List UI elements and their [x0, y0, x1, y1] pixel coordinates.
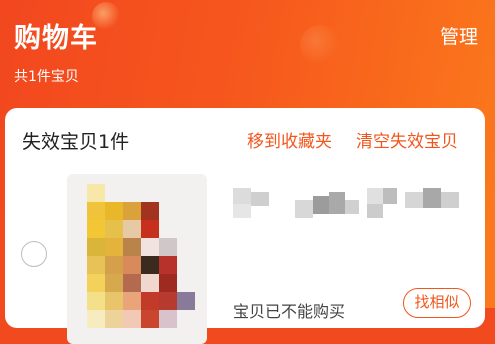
thumbnail-pixel: [141, 274, 159, 292]
thumbnail-pixel: [87, 184, 105, 202]
thumbnail-pixel: [87, 256, 105, 274]
clear-invalid-items-link[interactable]: 清空失效宝贝: [356, 127, 458, 152]
title-pixel: [441, 192, 459, 208]
thumbnail-pixel: [123, 220, 141, 238]
title-pixel: [313, 196, 329, 214]
thumbnail-pixel: [141, 256, 159, 274]
title-pixel: [233, 188, 251, 204]
page-title: 购物车: [14, 23, 98, 54]
thumbnail-pixel: [105, 202, 123, 220]
decorative-bubble: [300, 25, 340, 65]
thumbnail-pixel: [141, 202, 159, 220]
section-title: 失效宝贝1件: [22, 131, 130, 153]
thumbnail-pixel: [123, 202, 141, 220]
thumbnail-pixel: [105, 256, 123, 274]
title-pixel: [367, 204, 383, 218]
thumbnail-pixel: [87, 292, 105, 310]
thumbnail-pixel: [87, 202, 105, 220]
title-pixel: [295, 200, 313, 218]
thumbnail-pixel: [159, 256, 177, 274]
thumbnail-pixel: [105, 310, 123, 328]
thumbnail-pixel: [87, 238, 105, 256]
thumbnail-pixel: [141, 220, 159, 238]
thumbnail-pixel: [177, 292, 195, 310]
title-pixel: [383, 188, 397, 204]
product-thumbnail[interactable]: [67, 174, 207, 344]
thumbnail-pixel: [123, 274, 141, 292]
thumbnail-pixel: [159, 310, 177, 328]
title-pixel: [405, 192, 423, 208]
thumbnail-pixel: [123, 292, 141, 310]
select-item-radio[interactable]: [21, 241, 47, 267]
thumbnail-pixel: [123, 238, 141, 256]
thumbnail-pixel: [141, 310, 159, 328]
title-pixel: [329, 192, 345, 214]
thumbnail-pixel: [159, 292, 177, 310]
title-pixel: [251, 192, 269, 206]
find-similar-button[interactable]: 找相似: [403, 288, 471, 318]
item-status-text: 宝贝已不能购买: [233, 302, 346, 321]
title-pixel: [423, 188, 441, 208]
title-pixel: [345, 200, 359, 214]
thumbnail-pixel: [141, 238, 159, 256]
thumbnail-pixel: [87, 310, 105, 328]
thumbnail-pixel: [141, 292, 159, 310]
title-pixel: [367, 188, 383, 204]
thumbnail-pixel: [123, 256, 141, 274]
invalid-items-card: 失效宝贝1件 移到收藏夹 清空失效宝贝 宝贝已不能购买 找相似: [5, 108, 485, 344]
thumbnail-pixel: [159, 238, 177, 256]
title-pixel: [233, 204, 251, 218]
thumbnail-pixel: [159, 274, 177, 292]
thumbnail-pixel: [105, 238, 123, 256]
move-to-favorites-link[interactable]: 移到收藏夹: [247, 127, 332, 152]
thumbnail-pixel: [105, 274, 123, 292]
thumbnail-pixel: [105, 220, 123, 238]
manage-button[interactable]: 管理: [440, 22, 478, 49]
item-count: 共1件宝贝: [14, 69, 79, 85]
thumbnail-pixel: [105, 292, 123, 310]
thumbnail-pixel: [123, 310, 141, 328]
thumbnail-pixel: [87, 274, 105, 292]
thumbnail-pixel: [87, 220, 105, 238]
